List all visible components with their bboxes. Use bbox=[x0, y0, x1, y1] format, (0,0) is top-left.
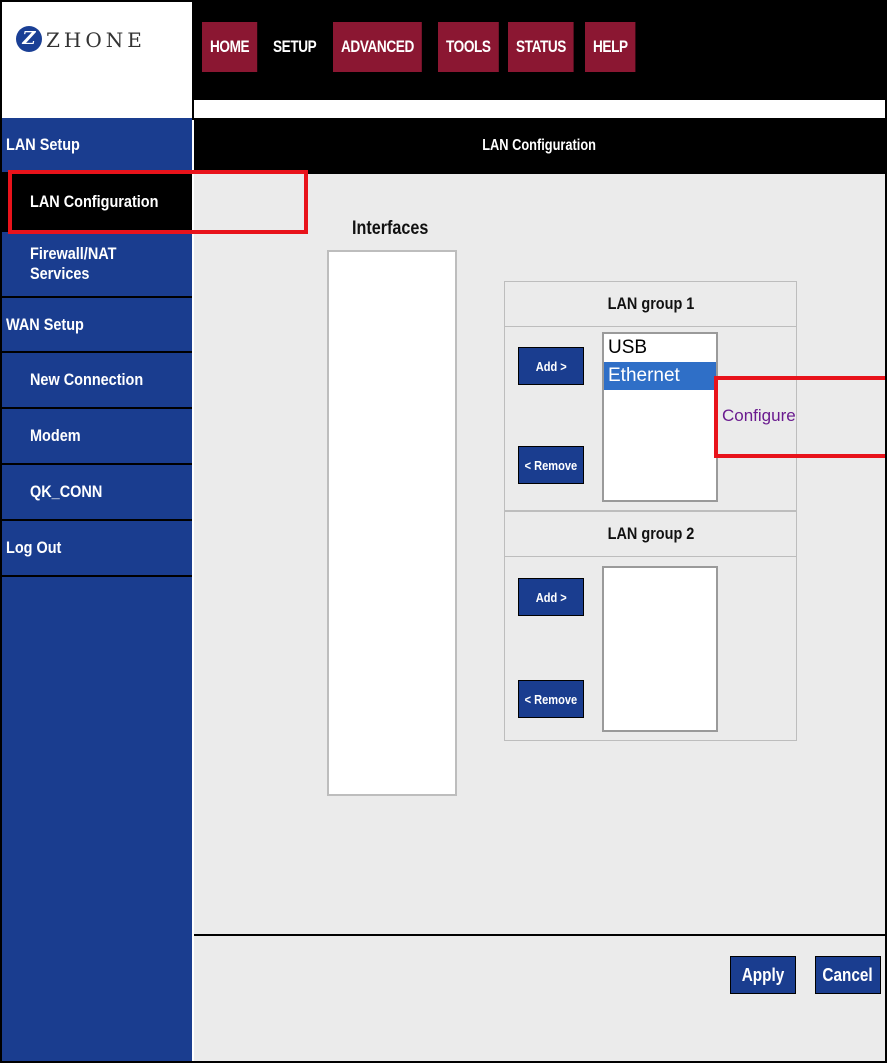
lan-group-1-panel: LAN group 1 Add > < Remove USB Ethernet … bbox=[504, 281, 797, 511]
tab-tools[interactable]: TOOLS bbox=[438, 22, 499, 72]
lan-group-1-listbox[interactable]: USB Ethernet bbox=[602, 332, 718, 502]
sidebar-item-log-out[interactable]: Log Out bbox=[2, 521, 192, 577]
lan-group-2-add-button[interactable]: Add > bbox=[518, 578, 584, 616]
interfaces-listbox[interactable] bbox=[327, 250, 457, 796]
tab-setup[interactable]: SETUP bbox=[265, 22, 325, 72]
tab-home[interactable]: HOME bbox=[202, 22, 258, 72]
main-content: Interfaces LAN group 1 Add > < Remove US… bbox=[194, 174, 885, 934]
tab-advanced[interactable]: ADVANCED bbox=[333, 22, 423, 72]
list-item-ethernet[interactable]: Ethernet bbox=[604, 362, 716, 390]
lan-group-2-panel: LAN group 2 Add > < Remove bbox=[504, 511, 797, 741]
apply-button[interactable]: Apply bbox=[730, 956, 796, 994]
sidebar-item-firewall-nat-services[interactable]: Firewall/NAT Services bbox=[2, 232, 192, 298]
cancel-button[interactable]: Cancel bbox=[815, 956, 881, 994]
lan-group-2-remove-button[interactable]: < Remove bbox=[518, 680, 584, 718]
lan-group-2-listbox[interactable] bbox=[602, 566, 718, 732]
lan-group-2-title: LAN group 2 bbox=[505, 512, 796, 557]
lan-group-1-title: LAN group 1 bbox=[505, 282, 796, 327]
zhone-logo-text: ZHONE bbox=[46, 28, 146, 52]
sidebar-item-lan-configuration[interactable]: LAN Configuration bbox=[2, 174, 192, 232]
list-item-usb[interactable]: USB bbox=[604, 334, 716, 362]
header-divider bbox=[2, 100, 885, 120]
sidebar: LAN Setup LAN Configuration Firewall/NAT… bbox=[2, 118, 192, 1061]
sidebar-item-modem[interactable]: Modem bbox=[2, 409, 192, 465]
zhone-logo: Z ZHONE bbox=[2, 2, 192, 100]
router-admin-window: Z ZHONE HOME SETUP ADVANCED TOOLS STATUS… bbox=[0, 0, 887, 1063]
tab-help[interactable]: HELP bbox=[584, 22, 636, 72]
top-bar: Z ZHONE HOME SETUP ADVANCED TOOLS STATUS… bbox=[2, 2, 885, 100]
lan-group-1-remove-button[interactable]: < Remove bbox=[518, 446, 584, 484]
footer-bar: Apply Cancel bbox=[194, 934, 885, 1061]
page-title: LAN Configuration bbox=[194, 118, 885, 174]
tab-status[interactable]: STATUS bbox=[508, 22, 575, 72]
interfaces-label: Interfaces bbox=[352, 218, 429, 239]
column-divider bbox=[192, 100, 194, 118]
zhone-logo-icon: Z bbox=[16, 26, 42, 52]
main-nav: HOME SETUP ADVANCED TOOLS STATUS HELP bbox=[202, 22, 638, 72]
lan-group-1-add-button[interactable]: Add > bbox=[518, 347, 584, 385]
configure-link[interactable]: Configure bbox=[722, 406, 796, 426]
sidebar-item-qk-conn[interactable]: QK_CONN bbox=[2, 465, 192, 521]
sidebar-item-wan-setup[interactable]: WAN Setup bbox=[2, 298, 192, 353]
sidebar-item-lan-setup[interactable]: LAN Setup bbox=[2, 118, 192, 174]
sidebar-item-new-connection[interactable]: New Connection bbox=[2, 353, 192, 409]
